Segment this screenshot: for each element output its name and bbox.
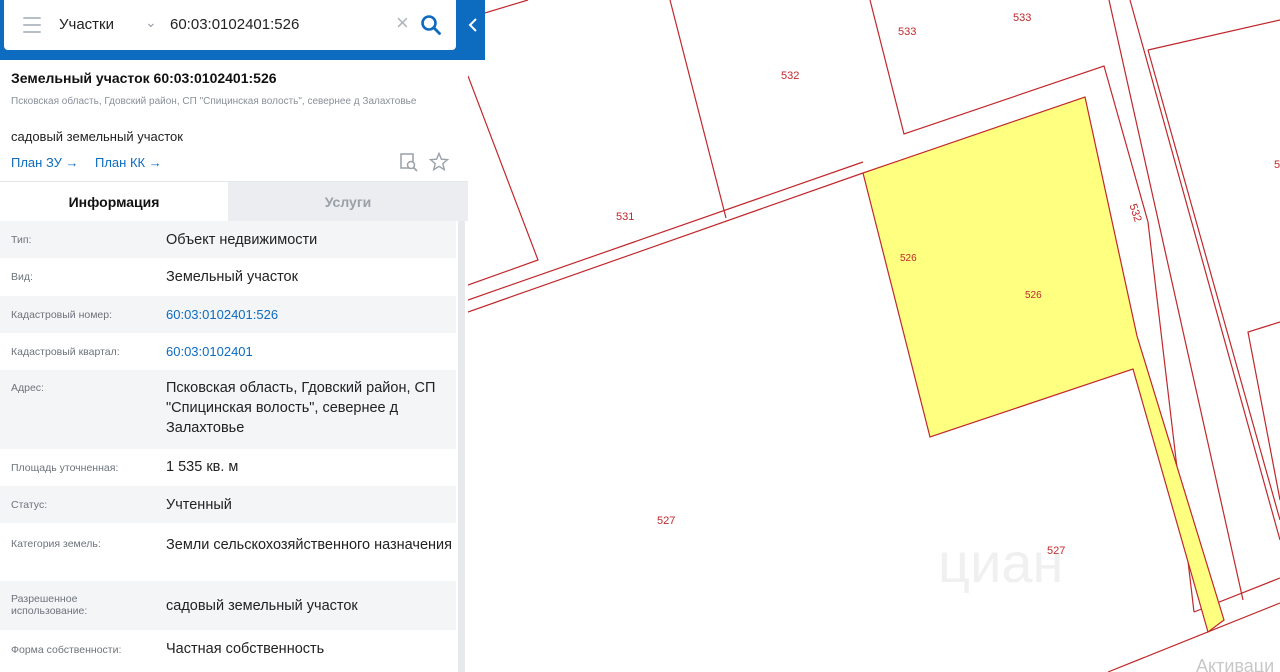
row-label: Разрешенное использование: bbox=[11, 593, 88, 617]
table-row: Кадастровый квартал: 60:03:0102401 bbox=[0, 333, 456, 370]
search-type-select[interactable]: Участки bbox=[59, 16, 114, 33]
row-value: Земли сельскохозяйственного назначения bbox=[166, 537, 452, 553]
tab-services[interactable]: Услуги bbox=[228, 182, 468, 222]
document-search-icon[interactable] bbox=[399, 152, 419, 172]
road-boundary bbox=[468, 172, 864, 313]
row-value: Псковская область, Гдовский район, СП "С… bbox=[166, 380, 436, 436]
row-label: Статус: bbox=[11, 499, 48, 511]
table-row: Статус: Учтенный bbox=[0, 486, 456, 523]
row-value: Частная собственность bbox=[166, 641, 325, 657]
table-row: Вид: Земельный участок bbox=[0, 258, 456, 296]
plan-zu-link[interactable]: План ЗУ → bbox=[11, 155, 79, 170]
parcel-label: 5 bbox=[1274, 159, 1280, 171]
table-row: Адрес: Псковская область, Гдовский район… bbox=[0, 370, 456, 449]
page-title: Земельный участок 60:03:0102401:526 bbox=[11, 70, 277, 86]
cadastral-quarter-link[interactable]: 60:03:0102401 bbox=[166, 342, 454, 362]
parcel-boundary bbox=[669, 0, 727, 219]
table-row: Площадь уточненная: 1 535 кв. м bbox=[0, 449, 456, 486]
scrollbar-thumb[interactable] bbox=[458, 221, 465, 672]
parcel-label: 532 bbox=[1126, 202, 1143, 223]
info-panel: Участки ⌄ 60:03:0102401:526 × Земельный … bbox=[0, 0, 485, 672]
parcel-label: 526 bbox=[900, 253, 917, 264]
row-value: садовый земельный участок bbox=[166, 598, 358, 614]
parcel-label: 527 bbox=[657, 515, 675, 527]
watermark-logo: циан bbox=[938, 531, 1063, 594]
parcel-label: 531 bbox=[616, 211, 634, 223]
map-canvas[interactable]: 533 533 532 531 532 526 526 527 527 5 ци… bbox=[468, 0, 1280, 672]
row-label: Тип: bbox=[11, 234, 32, 246]
svg-text:циан: циан bbox=[938, 531, 1063, 594]
info-table: Тип: Объект недвижимости Вид: Земельный … bbox=[0, 221, 456, 670]
chevron-left-icon bbox=[468, 18, 477, 32]
parcel-boundary bbox=[468, 75, 539, 286]
row-value: 1 535 кв. м bbox=[166, 459, 239, 475]
cadastral-map[interactable]: 533 533 532 531 532 526 526 527 527 5 ци… bbox=[468, 0, 1280, 672]
menu-icon[interactable] bbox=[23, 17, 41, 33]
star-icon[interactable] bbox=[429, 152, 449, 172]
row-label: Кадастровый квартал: bbox=[11, 346, 120, 358]
table-row: Форма собственности: Частная собственнос… bbox=[0, 630, 456, 670]
parcel-label: 532 bbox=[781, 70, 799, 82]
scrollbar[interactable] bbox=[456, 221, 468, 672]
search-input[interactable]: 60:03:0102401:526 bbox=[170, 16, 299, 33]
plan-kk-link[interactable]: План КК → bbox=[95, 155, 162, 170]
collapse-panel-button[interactable] bbox=[462, 12, 484, 40]
top-bar: Участки ⌄ 60:03:0102401:526 × bbox=[0, 0, 485, 60]
row-label: Адрес: bbox=[11, 382, 44, 394]
parcel-label: 533 bbox=[898, 26, 916, 38]
search-box: Участки ⌄ 60:03:0102401:526 × bbox=[4, 0, 456, 50]
road-boundary bbox=[1147, 19, 1280, 51]
row-value: Земельный участок bbox=[166, 269, 298, 285]
tabs: Информация Услуги bbox=[0, 181, 468, 222]
parcel-address: Псковская область, Гдовский район, СП "С… bbox=[11, 96, 417, 107]
parcel-label: 526 bbox=[1025, 290, 1042, 301]
cadastral-number-link[interactable]: 60:03:0102401:526 bbox=[166, 305, 454, 325]
parcel-purpose: садовый земельный участок bbox=[11, 129, 183, 144]
row-value: Учтенный bbox=[166, 497, 232, 513]
activation-text: Активаци bbox=[1196, 656, 1274, 672]
row-label: Вид: bbox=[11, 271, 33, 283]
road-boundary bbox=[1129, 0, 1280, 541]
tab-info[interactable]: Информация bbox=[0, 182, 228, 222]
search-icon[interactable] bbox=[420, 14, 442, 36]
chevron-down-icon[interactable]: ⌄ bbox=[145, 14, 157, 31]
row-label: Площадь уточненная: bbox=[11, 462, 119, 474]
table-row: Категория земель: Земли сельскохозяйстве… bbox=[0, 523, 456, 581]
row-label: Категория земель: bbox=[11, 538, 101, 550]
table-row: Кадастровый номер: 60:03:0102401:526 bbox=[0, 296, 456, 333]
parcel-label: 533 bbox=[1013, 12, 1031, 24]
row-label: Форма собственности: bbox=[11, 644, 122, 656]
row-label: Кадастровый номер: bbox=[11, 309, 113, 321]
table-row: Разрешенное использование: садовый земел… bbox=[0, 581, 456, 630]
parcel-boundary bbox=[1247, 321, 1280, 501]
close-icon[interactable]: × bbox=[396, 11, 409, 35]
table-row: Тип: Объект недвижимости bbox=[0, 221, 456, 258]
row-value: Объект недвижимости bbox=[166, 232, 318, 248]
